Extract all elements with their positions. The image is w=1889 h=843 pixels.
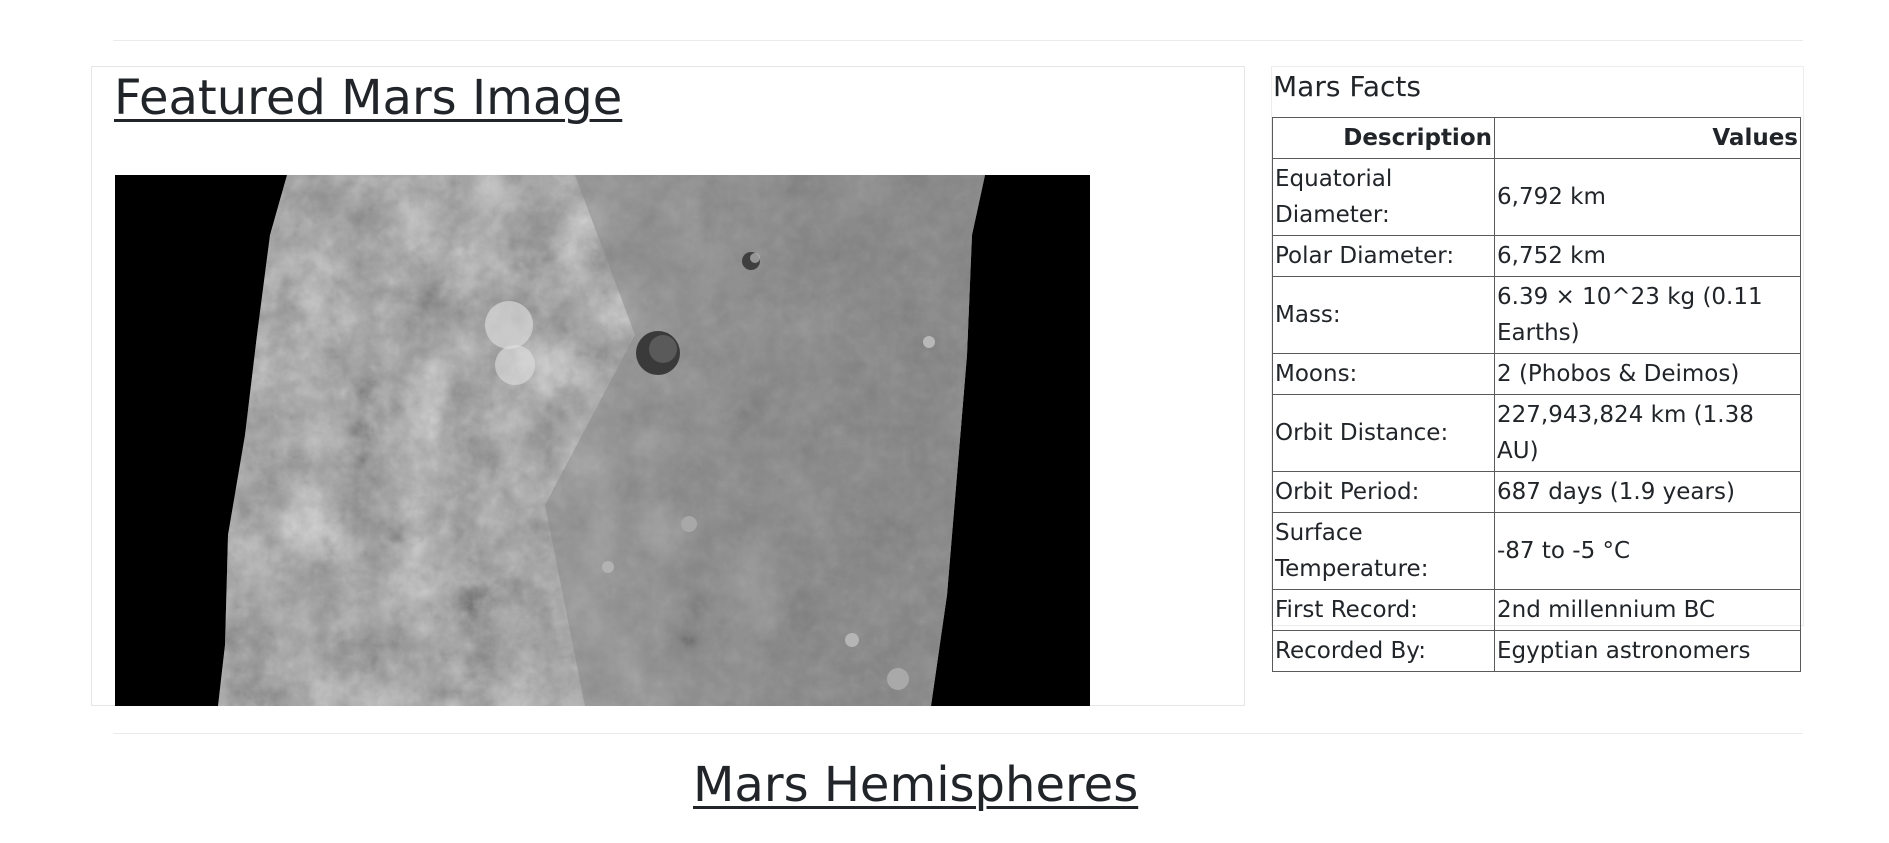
fact-label: Polar Diameter: bbox=[1272, 235, 1495, 277]
table-row: First Record: 2nd millennium BC bbox=[1272, 589, 1801, 631]
table-row: Moons: 2 (Phobos & Deimos) bbox=[1272, 353, 1801, 395]
fact-value: 2nd millennium BC bbox=[1494, 589, 1801, 631]
fact-value: Egyptian astronomers bbox=[1494, 630, 1801, 672]
table-row: Equatorial Diameter: 6,792 km bbox=[1272, 158, 1801, 236]
top-divider bbox=[113, 40, 1803, 41]
mars-facts-table: Description Values Equatorial Diameter: … bbox=[1272, 117, 1801, 672]
fact-label: Surface Temperature: bbox=[1272, 512, 1495, 590]
column-header-values: Values bbox=[1494, 117, 1801, 159]
fact-label: Mass: bbox=[1272, 276, 1495, 354]
featured-image-title[interactable]: Featured Mars Image bbox=[114, 70, 622, 126]
mars-surface-graphic bbox=[115, 175, 1090, 706]
table-row: Mass: 6.39 × 10^23 kg (0.11 Earths) bbox=[1272, 276, 1801, 354]
fact-label: Orbit Distance: bbox=[1272, 394, 1495, 472]
fact-value: 6.39 × 10^23 kg (0.11 Earths) bbox=[1494, 276, 1801, 354]
mars-hemispheres-title[interactable]: Mars Hemispheres bbox=[693, 757, 1138, 813]
fact-value: 2 (Phobos & Deimos) bbox=[1494, 353, 1801, 395]
fact-label: Moons: bbox=[1272, 353, 1495, 395]
table-row: Surface Temperature: -87 to -5 °C bbox=[1272, 512, 1801, 590]
fact-label: Equatorial Diameter: bbox=[1272, 158, 1495, 236]
section-divider bbox=[113, 733, 1803, 734]
mars-facts-title: Mars Facts bbox=[1273, 70, 1421, 103]
table-row: Orbit Distance: 227,943,824 km (1.38 AU) bbox=[1272, 394, 1801, 472]
column-header-description: Description bbox=[1272, 117, 1495, 159]
table-row: Polar Diameter: 6,752 km bbox=[1272, 235, 1801, 277]
featured-mars-image[interactable] bbox=[115, 175, 1090, 706]
table-header-row: Description Values bbox=[1272, 117, 1801, 159]
fact-label: Orbit Period: bbox=[1272, 471, 1495, 513]
fact-value: 6,792 km bbox=[1494, 158, 1801, 236]
table-row: Recorded By: Egyptian astronomers bbox=[1272, 630, 1801, 672]
fact-value: 6,752 km bbox=[1494, 235, 1801, 277]
fact-value: 687 days (1.9 years) bbox=[1494, 471, 1801, 513]
fact-label: Recorded By: bbox=[1272, 630, 1495, 672]
fact-value: 227,943,824 km (1.38 AU) bbox=[1494, 394, 1801, 472]
table-row: Orbit Period: 687 days (1.9 years) bbox=[1272, 471, 1801, 513]
fact-value: -87 to -5 °C bbox=[1494, 512, 1801, 590]
fact-label: First Record: bbox=[1272, 589, 1495, 631]
page: Featured Mars Image Mars Facts Descripti… bbox=[0, 0, 1889, 843]
